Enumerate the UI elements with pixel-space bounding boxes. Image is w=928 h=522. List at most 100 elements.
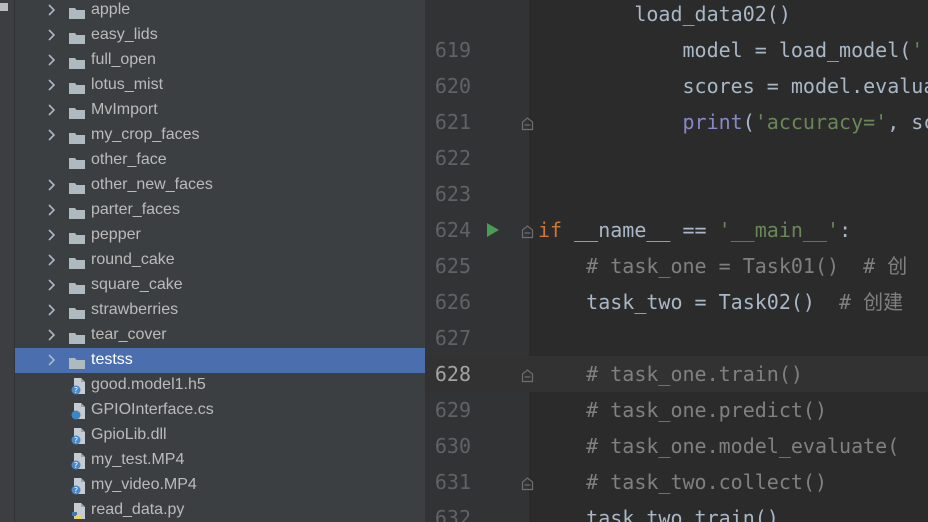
tree-item-label: other_new_faces [91, 176, 213, 193]
chevron-right-icon[interactable] [45, 78, 57, 92]
chevron-right-icon[interactable] [45, 3, 57, 17]
fold-icon[interactable] [521, 368, 534, 383]
code-line[interactable]: 630 # task_one.model_evaluate( [425, 428, 928, 464]
line-number: 631 [434, 470, 471, 494]
code-text[interactable]: model = load_model('./ [538, 37, 928, 63]
line-number: 626 [434, 290, 471, 314]
svg-text:?: ? [74, 436, 78, 445]
code-text[interactable]: load_data02() [538, 1, 791, 27]
chevron-right-icon[interactable] [45, 103, 57, 117]
chevron-right-icon[interactable] [45, 253, 57, 267]
chevron-right-icon[interactable] [45, 28, 57, 42]
file-item[interactable]: read_data.py [15, 498, 425, 522]
file-item[interactable]: GPIOInterface.cs [15, 398, 425, 423]
code-text[interactable]: task_two = Task02() # 创建 [538, 289, 903, 315]
code-line[interactable]: 621 print('accuracy=', sco [425, 104, 928, 140]
tree-item-label: testss [91, 351, 133, 368]
code-text[interactable]: scores = model.evaluat [538, 73, 928, 99]
run-icon[interactable] [486, 222, 500, 238]
line-number: 628 [434, 362, 471, 386]
file-item[interactable]: ? good.model1.h5 [15, 373, 425, 398]
tool-window-strip [0, 0, 15, 522]
folder-item[interactable]: strawberries [15, 298, 425, 323]
file-item[interactable]: ? my_test.MP4 [15, 448, 425, 473]
code-line[interactable]: 622 [425, 140, 928, 176]
chevron-right-icon[interactable] [45, 178, 57, 192]
code-text[interactable]: # task_one.model_evaluate( [538, 433, 899, 459]
tree-item-label: easy_lids [91, 26, 158, 43]
folder-item[interactable]: full_open [15, 48, 425, 73]
folder-item[interactable]: my_crop_faces [15, 123, 425, 148]
code-text[interactable]: if __name__ == '__main__': [538, 217, 851, 243]
code-line[interactable]: 619 model = load_model('./ [425, 32, 928, 68]
code-line[interactable]: 625 # task_one = Task01() # 创 [425, 248, 928, 284]
tree-item-label: other_face [91, 151, 167, 168]
fold-icon[interactable] [521, 476, 534, 491]
tool-window-marker [0, 3, 8, 11]
code-text[interactable]: # task_one.train() [538, 361, 803, 387]
tree-item-label: tear_cover [91, 326, 167, 343]
code-line[interactable]: 623 [425, 176, 928, 212]
folder-item[interactable]: square_cake [15, 273, 425, 298]
code-token: task_two = Task02() [538, 290, 840, 314]
folder-item[interactable]: other_new_faces [15, 173, 425, 198]
folder-item[interactable]: MvImport [15, 98, 425, 123]
folder-icon [69, 129, 85, 144]
chevron-right-icon[interactable] [45, 353, 57, 367]
folder-item[interactable]: pepper [15, 223, 425, 248]
svg-text:?: ? [74, 386, 78, 395]
folder-item[interactable]: tear_cover [15, 323, 425, 348]
unknown-file-icon: ? [71, 377, 87, 395]
code-line[interactable]: 629 # task_one.predict() [425, 392, 928, 428]
tree-item-label: full_open [91, 51, 156, 68]
file-item[interactable]: ? my_video.MP4 [15, 473, 425, 498]
line-number: 627 [434, 326, 471, 350]
code-line[interactable]: 620 scores = model.evaluat [425, 68, 928, 104]
code-text[interactable]: # task_one = Task01() # 创 [538, 253, 907, 279]
folder-icon [69, 329, 85, 344]
chevron-right-icon[interactable] [45, 303, 57, 317]
folder-item[interactable]: lotus_mist [15, 73, 425, 98]
chevron-right-icon[interactable] [45, 278, 57, 292]
line-number: 620 [434, 74, 471, 98]
folder-item[interactable]: round_cake [15, 248, 425, 273]
code-editor[interactable]: load_data02()619 model = load_model('./6… [425, 0, 928, 522]
code-text[interactable]: # task_one.predict() [538, 397, 827, 423]
fold-icon[interactable] [521, 224, 534, 239]
fold-icon[interactable] [521, 116, 534, 131]
code-line[interactable]: 631 # task_two.collect() [425, 464, 928, 500]
code-token: load_data02() [538, 2, 791, 26]
folder-item[interactable]: other_face [15, 148, 425, 173]
code-line[interactable]: 624 if __name__ == '__main__': [425, 212, 928, 248]
folder-icon [69, 154, 85, 169]
code-token: # 创建 [839, 290, 904, 314]
code-line[interactable]: 626 task_two = Task02() # 创建 [425, 284, 928, 320]
chevron-right-icon[interactable] [45, 53, 57, 67]
chevron-right-icon[interactable] [45, 203, 57, 217]
code-line[interactable]: 627 [425, 320, 928, 356]
code-text[interactable]: print('accuracy=', sco [538, 109, 928, 135]
code-line[interactable]: load_data02() [425, 0, 928, 32]
code-line[interactable]: 628 # task_one.train() [425, 356, 928, 392]
file-item[interactable]: ? GpioLib.dll [15, 423, 425, 448]
tree-item-label: apple [91, 1, 131, 18]
project-tree-panel: apple easy_lids full_open lotus_mist MvImpor… [15, 0, 425, 522]
code-text[interactable]: # task_two.collect() [538, 469, 827, 495]
tree-item-label: my_video.MP4 [91, 476, 197, 493]
folder-item[interactable]: easy_lids [15, 23, 425, 48]
unknown-file-icon: ? [71, 452, 87, 470]
code-text[interactable]: task_two.train() [538, 505, 779, 522]
chevron-right-icon[interactable] [45, 328, 57, 342]
folder-item[interactable]: parter_faces [15, 198, 425, 223]
tree-item-label: strawberries [91, 301, 179, 318]
chevron-right-icon[interactable] [45, 228, 57, 242]
tree-item-label: MvImport [91, 101, 158, 118]
code-token: if [538, 218, 563, 242]
folder-item[interactable]: apple [15, 0, 425, 23]
chevron-right-icon[interactable] [45, 128, 57, 142]
line-number: 623 [434, 182, 471, 206]
folder-item[interactable]: testss [15, 348, 425, 373]
code-line[interactable]: 632 task_two.train() [425, 500, 928, 522]
